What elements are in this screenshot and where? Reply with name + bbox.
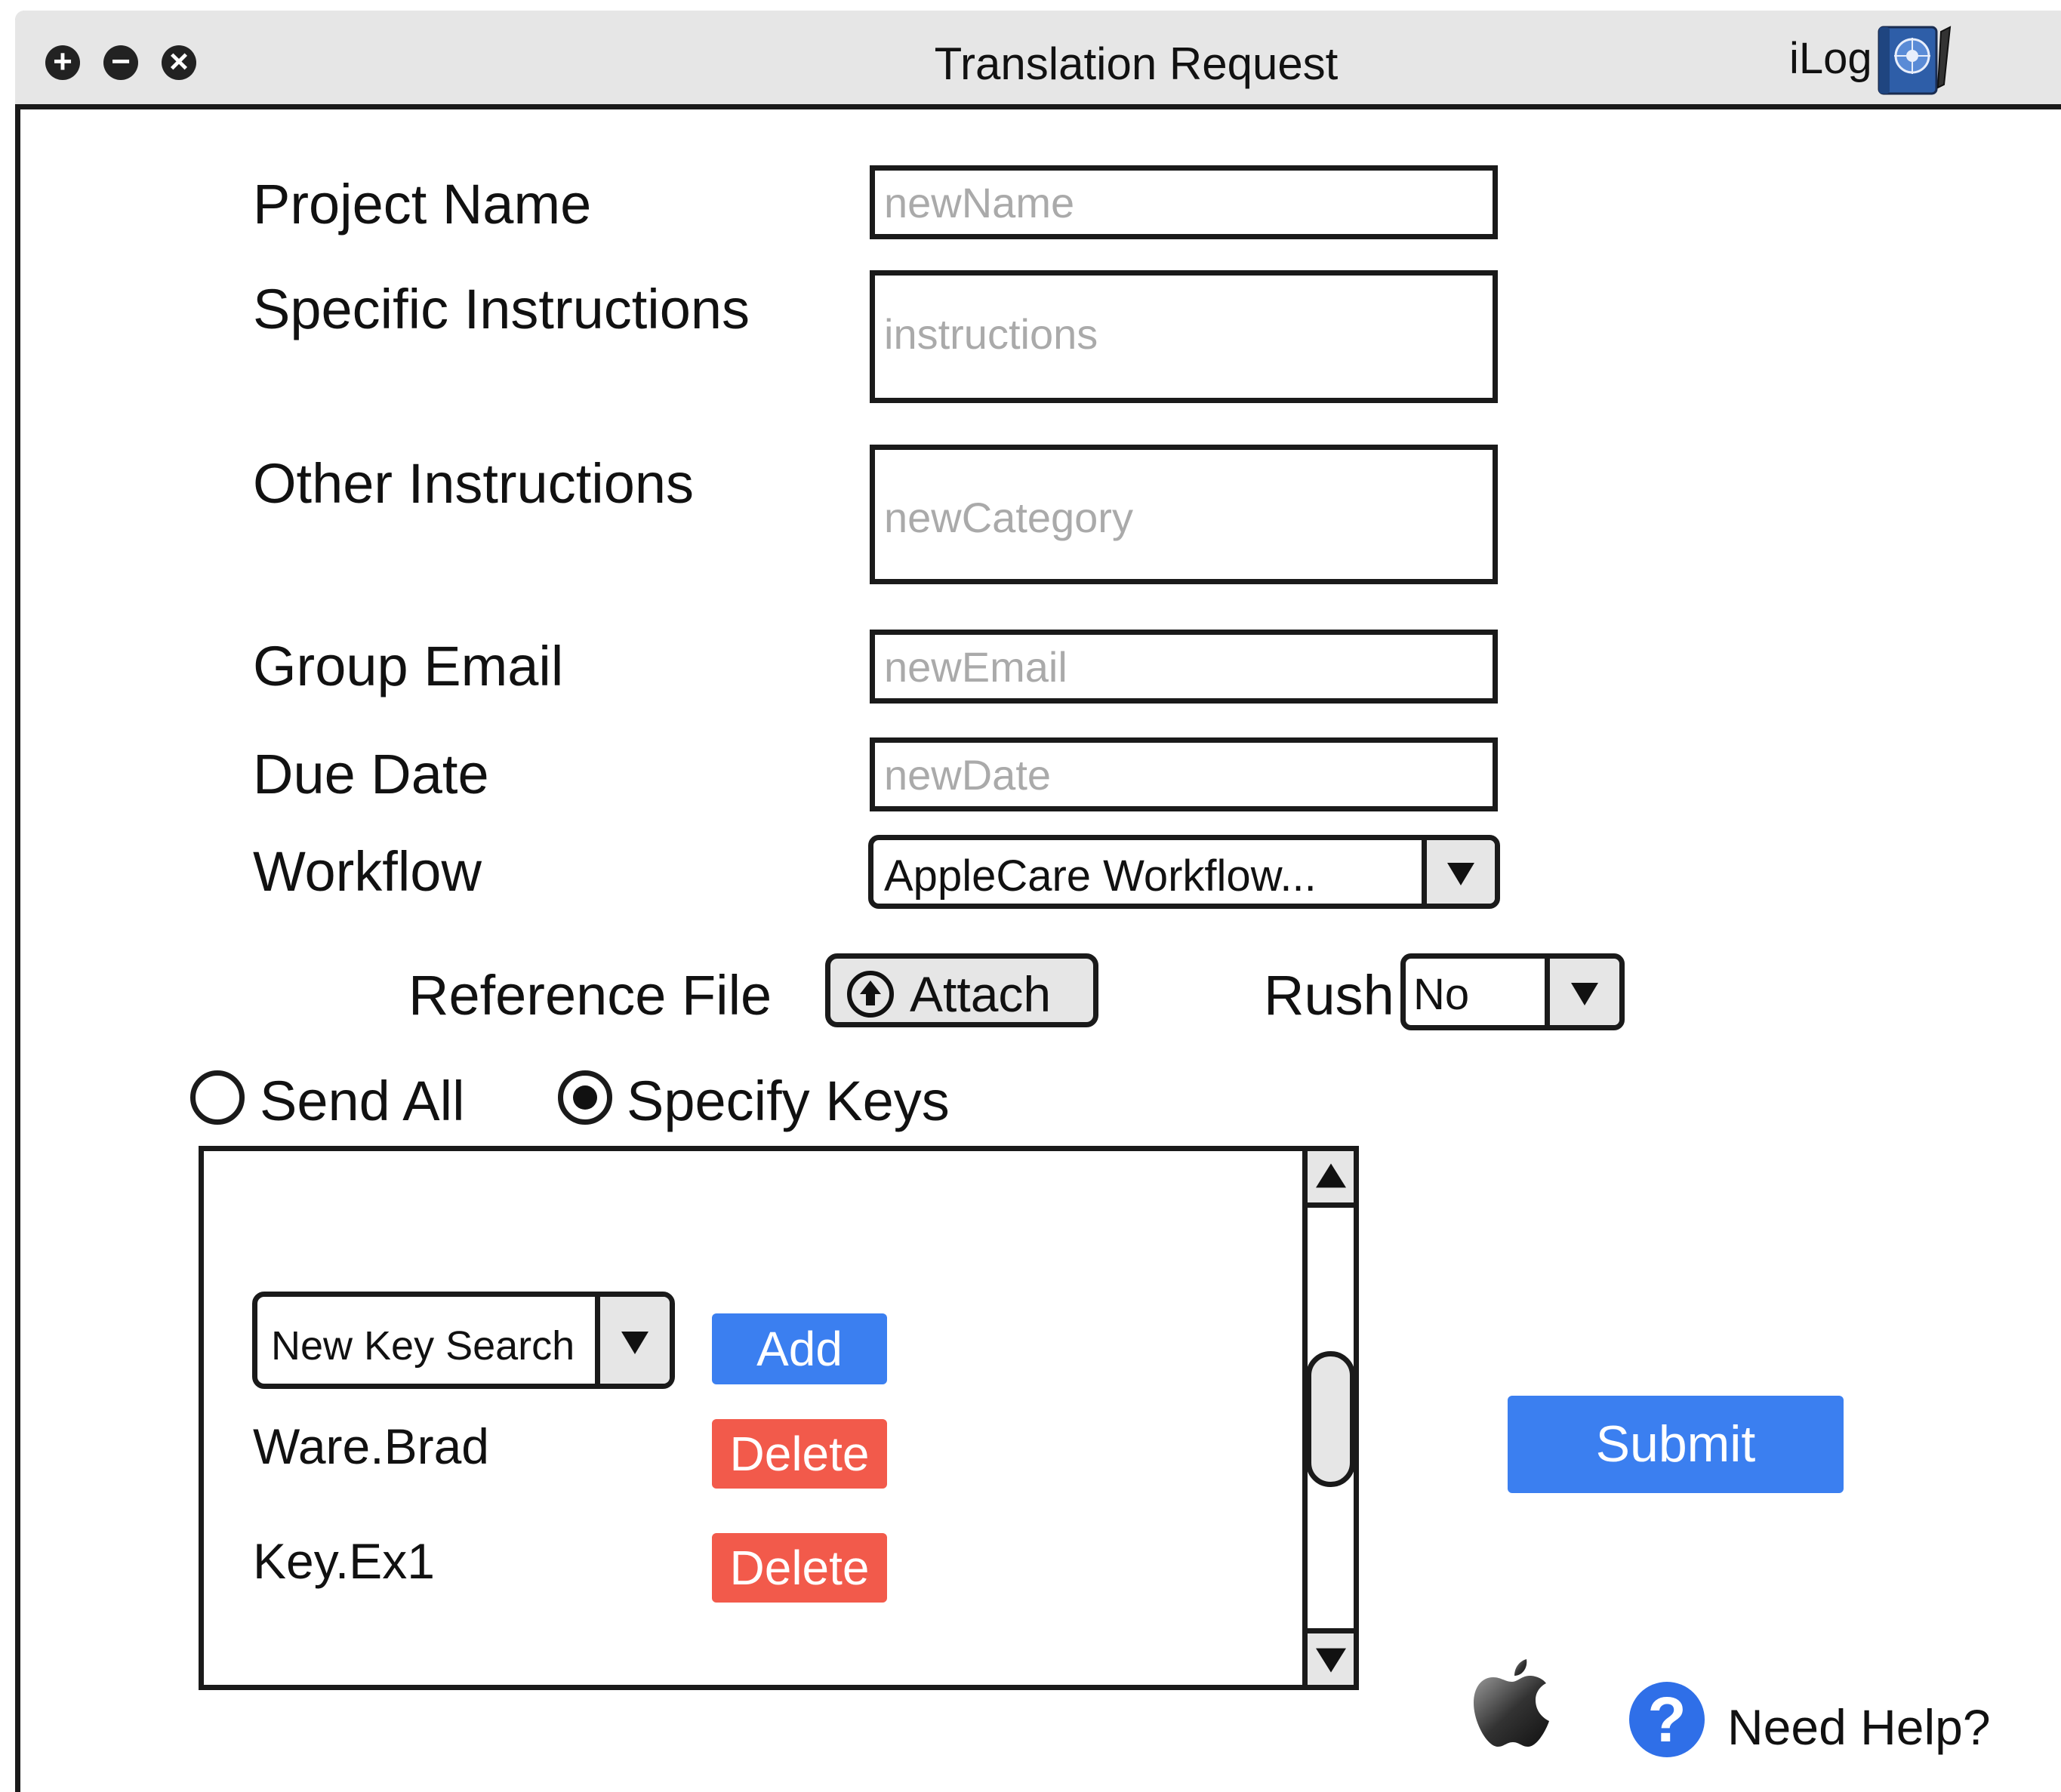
key-item-name: Ware.Brad <box>253 1418 489 1474</box>
send-all-radio[interactable] <box>190 1070 245 1125</box>
rush-label: Rush <box>1264 964 1394 1027</box>
delete-key-button[interactable]: Delete <box>712 1533 887 1603</box>
scroll-down-button[interactable] <box>1308 1628 1354 1685</box>
specify-keys-radio[interactable] <box>558 1070 612 1125</box>
project-name-input[interactable] <box>870 165 1498 239</box>
specify-keys-label: Specify Keys <box>627 1070 950 1132</box>
workflow-select[interactable]: AppleCare Workflow... <box>868 835 1500 909</box>
scroll-up-button[interactable] <box>1308 1151 1354 1208</box>
workflow-value: AppleCare Workflow... <box>884 851 1317 901</box>
due-date-label: Due Date <box>253 743 489 805</box>
arrow-down-icon <box>1315 1648 1346 1673</box>
group-email-input[interactable] <box>870 630 1498 704</box>
project-name-label: Project Name <box>253 173 592 236</box>
scroll-thumb[interactable] <box>1306 1351 1355 1487</box>
rush-select[interactable]: No <box>1400 953 1625 1030</box>
rush-dropdown-button[interactable] <box>1545 959 1619 1025</box>
add-key-button[interactable]: Add <box>712 1313 887 1384</box>
key-search-dropdown-button[interactable] <box>595 1297 670 1384</box>
delete-key-button[interactable]: Delete <box>712 1419 887 1489</box>
send-all-label: Send All <box>260 1070 465 1132</box>
title-bar: + − × Translation Request iLog <box>15 11 2061 109</box>
upload-icon <box>847 971 894 1018</box>
need-help-link[interactable]: Need Help? <box>1727 1698 1991 1756</box>
arrow-up-icon <box>1315 1163 1346 1188</box>
ilog-logo-icon <box>1878 26 1952 95</box>
radio-selected-dot <box>573 1085 597 1110</box>
due-date-input[interactable] <box>870 737 1498 811</box>
chevron-down-icon <box>1571 983 1598 1005</box>
other-instructions-label: Other Instructions <box>253 452 695 515</box>
keys-scrollbar[interactable] <box>1302 1146 1359 1690</box>
attach-button[interactable]: Attach <box>825 953 1098 1027</box>
workflow-label: Workflow <box>253 840 482 903</box>
key-search-value: New Key Search <box>271 1323 575 1369</box>
attach-label: Attach <box>910 966 1052 1022</box>
chevron-down-icon <box>621 1331 648 1354</box>
other-instructions-input[interactable] <box>870 445 1498 584</box>
specific-instructions-input[interactable] <box>870 270 1498 403</box>
specific-instructions-label: Specific Instructions <box>253 278 750 340</box>
submit-button[interactable]: Submit <box>1508 1396 1844 1493</box>
key-search-select[interactable]: New Key Search <box>252 1292 675 1389</box>
reference-file-label: Reference File <box>408 964 772 1027</box>
chevron-down-icon <box>1447 863 1474 885</box>
brand-name: iLog <box>1789 34 1872 83</box>
rush-value: No <box>1413 970 1470 1019</box>
key-item-name: Key.Ex1 <box>253 1533 435 1589</box>
help-icon[interactable]: ? <box>1629 1682 1705 1757</box>
apple-logo-icon <box>1474 1659 1549 1747</box>
group-email-label: Group Email <box>253 635 564 697</box>
workflow-dropdown-button[interactable] <box>1422 840 1495 904</box>
window-title: Translation Request <box>934 38 1339 89</box>
